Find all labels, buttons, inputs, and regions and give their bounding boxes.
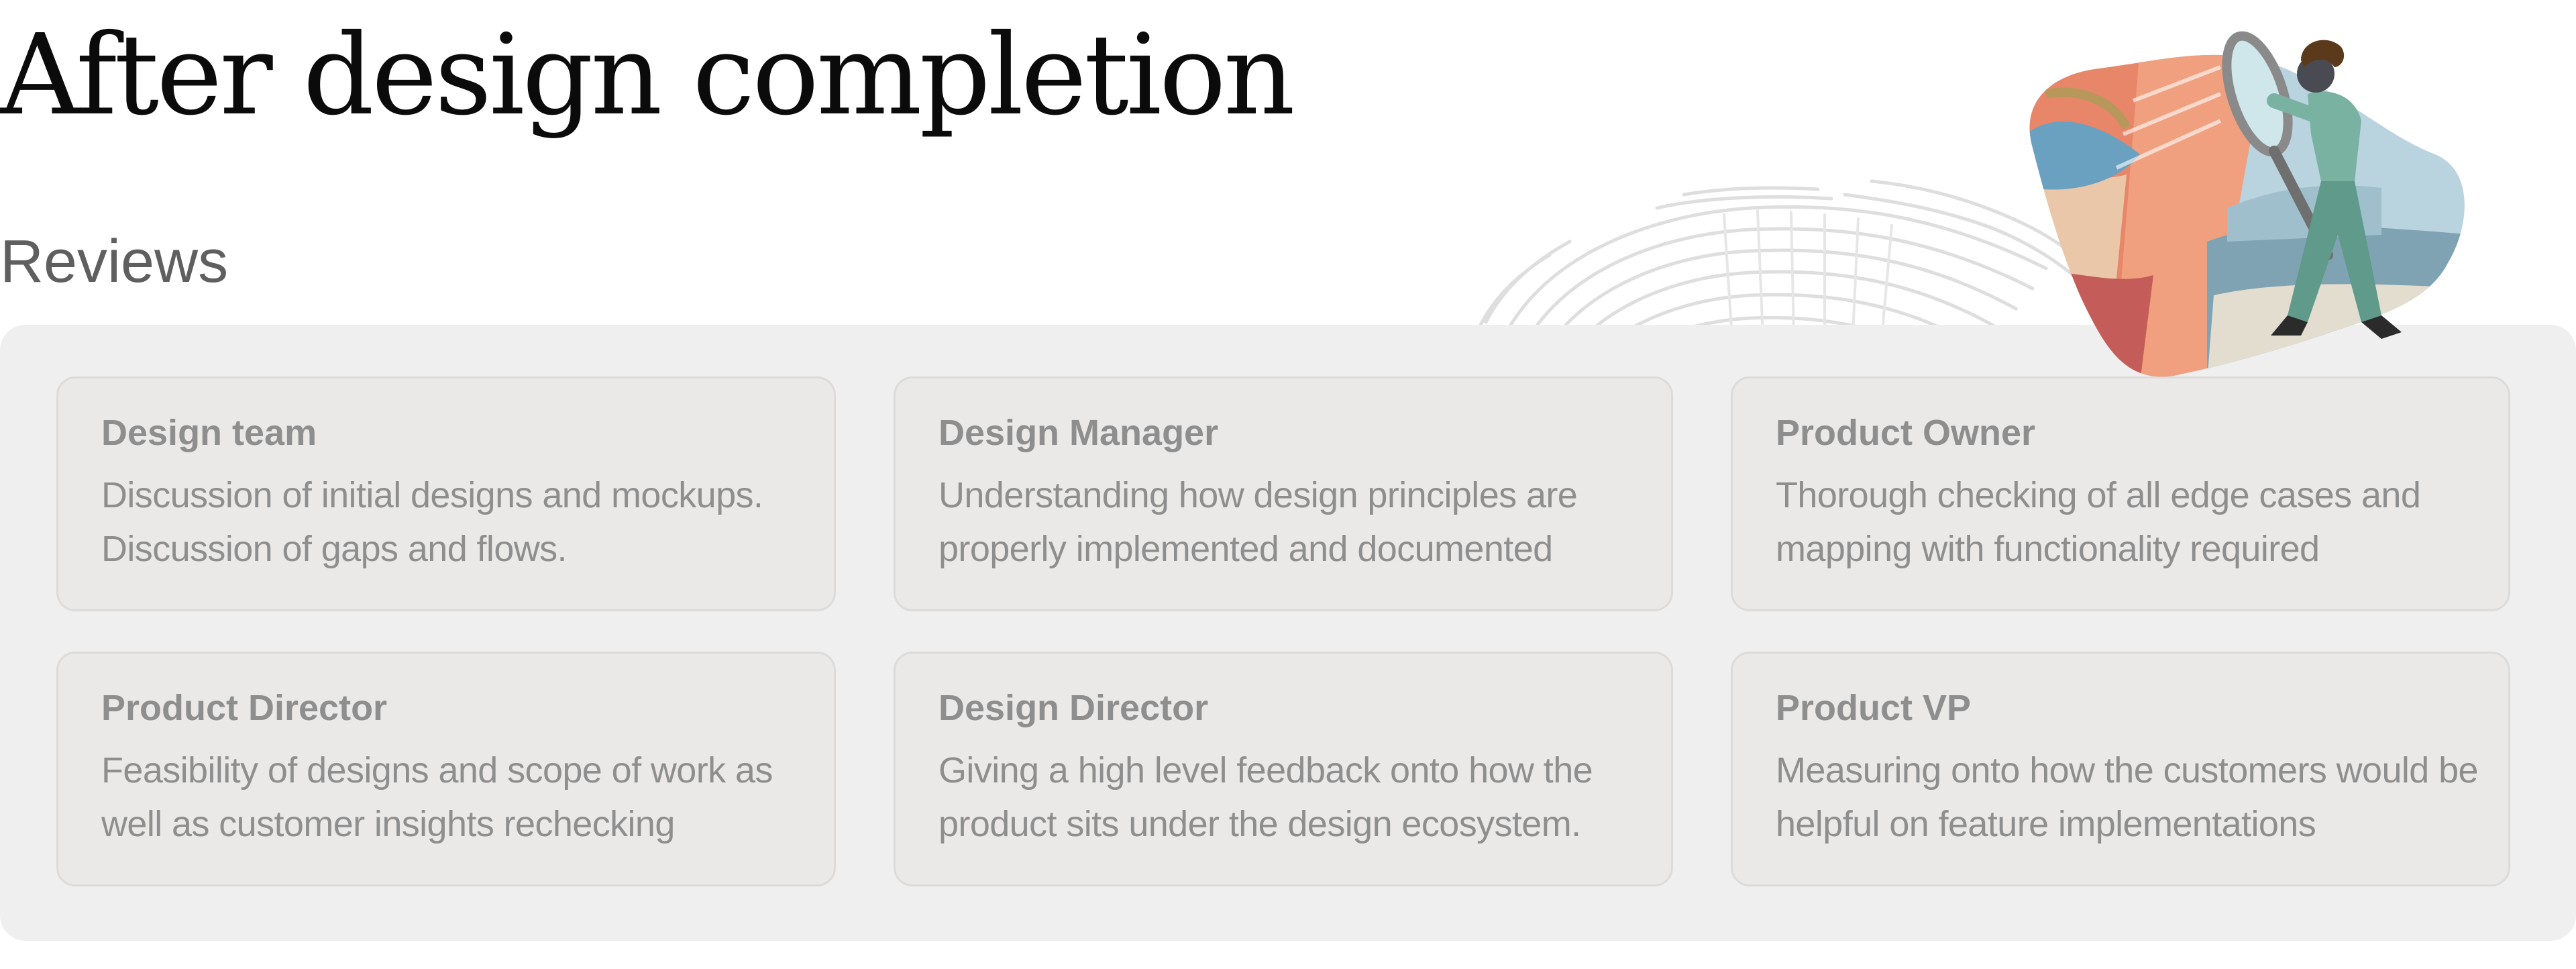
review-card-description: Giving a high level feedback onto how th… bbox=[938, 750, 1593, 845]
magnifying-glass-person-illustration-icon bbox=[2029, 31, 2465, 377]
review-card-description: Understanding how design principles are … bbox=[938, 475, 1578, 570]
review-card-title: Design Manager bbox=[938, 413, 1219, 453]
review-card-design-director: Design Director Giving a high level feed… bbox=[894, 652, 1673, 886]
reviews-panel: Design team Discussion of initial design… bbox=[0, 325, 2576, 941]
review-card-title: Design team bbox=[101, 413, 317, 453]
review-card-description: Feasibility of designs and scope of work… bbox=[101, 750, 773, 845]
section-heading-reviews: Reviews bbox=[0, 228, 229, 295]
review-card-product-owner: Product Owner Thorough checking of all e… bbox=[1731, 376, 2510, 611]
review-card-product-director: Product Director Feasibility of designs … bbox=[56, 652, 836, 886]
page-title: After design completion bbox=[0, 11, 1295, 140]
review-card-description: Measuring onto how the customers would b… bbox=[1776, 750, 2479, 845]
review-card-title: Product Owner bbox=[1776, 413, 2036, 453]
review-card-title: Design Director bbox=[938, 688, 1209, 728]
review-card-design-manager: Design Manager Understanding how design … bbox=[894, 376, 1673, 611]
review-card-product-vp: Product VP Measuring onto how the custom… bbox=[1731, 652, 2510, 886]
review-card-title: Product Director bbox=[101, 688, 388, 728]
reviews-grid: Design team Discussion of initial design… bbox=[56, 376, 2510, 886]
review-card-design-team: Design team Discussion of initial design… bbox=[56, 376, 836, 611]
review-card-description: Discussion of initial designs and mockup… bbox=[101, 475, 763, 570]
review-card-title: Product VP bbox=[1776, 688, 1972, 728]
review-card-description: Thorough checking of all edge cases and … bbox=[1776, 475, 2421, 570]
page: After design completion Reviews Design t… bbox=[0, 0, 2576, 969]
